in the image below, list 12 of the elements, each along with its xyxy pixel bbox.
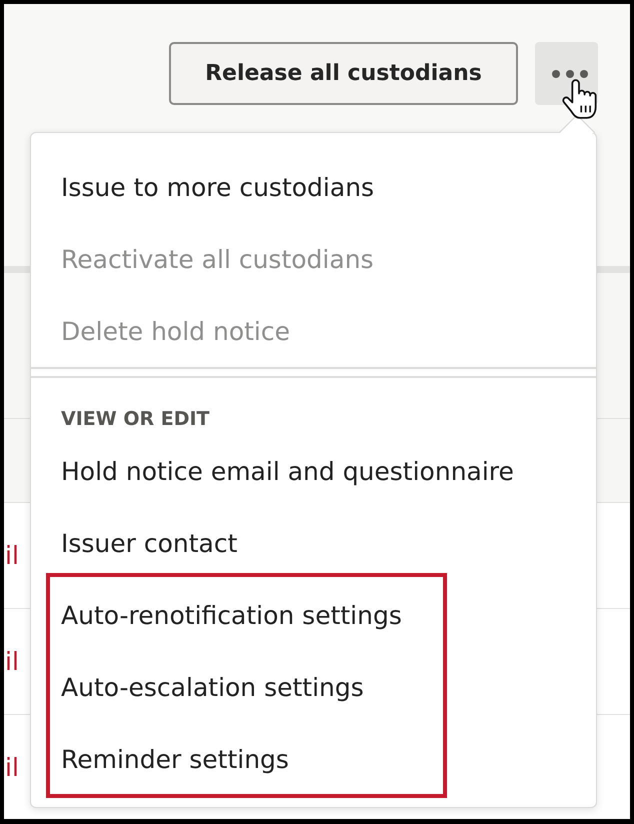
menu-item[interactable]: Auto-renotification settings [50,585,443,645]
more-icon [552,70,588,78]
table-link[interactable]: il [5,646,19,676]
table-link[interactable]: il [5,752,19,782]
section-heading: VIEW OR EDIT [60,409,210,429]
menu-item[interactable]: Reminder settings [50,729,443,789]
menu-item[interactable]: Auto-escalation settings [50,657,443,717]
menu-item[interactable]: Issuer contact [31,513,596,573]
release-button[interactable]: Release all custodians [169,42,518,105]
menu-item[interactable]: Hold notice email and questionnaire [31,441,596,501]
table-link[interactable]: il [5,540,19,570]
menu-item[interactable]: Issue to more custodians [31,157,596,217]
